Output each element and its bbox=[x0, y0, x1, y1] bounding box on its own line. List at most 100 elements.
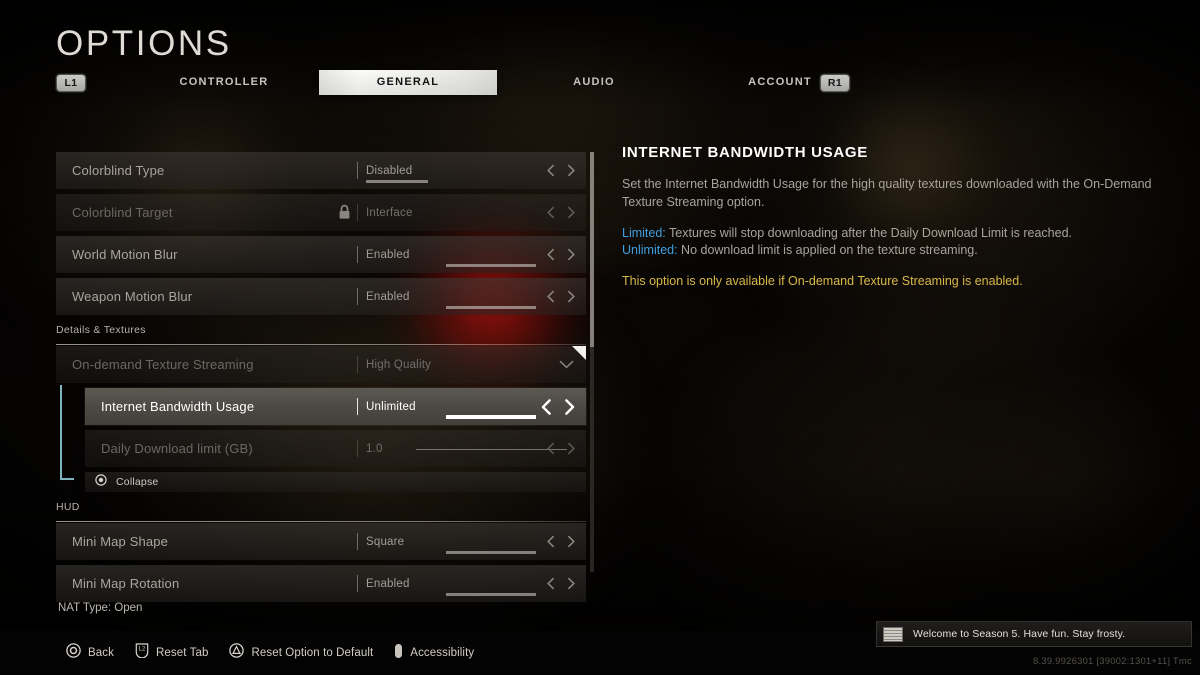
setting-label: Daily Download limit (GB) bbox=[101, 441, 253, 456]
tab-general[interactable]: GENERAL bbox=[319, 70, 497, 95]
notification-toast[interactable]: Welcome to Season 5. Have fun. Stay fros… bbox=[876, 621, 1192, 647]
footer-button-accessibility[interactable]: Accessibility bbox=[394, 643, 474, 664]
chevron-right-icon bbox=[567, 206, 576, 219]
description-panel: INTERNET BANDWIDTH USAGE Set the Interne… bbox=[622, 144, 1152, 291]
setting-label: Internet Bandwidth Usage bbox=[101, 399, 255, 414]
chevron-left-icon[interactable] bbox=[540, 398, 552, 415]
value-divider bbox=[357, 398, 358, 415]
chevron-down-icon[interactable] bbox=[559, 356, 574, 374]
message-icon bbox=[883, 626, 903, 642]
collapse-label: Collapse bbox=[116, 476, 159, 488]
setting-arrows bbox=[546, 206, 576, 219]
circle-button-icon bbox=[95, 473, 107, 491]
tab-controller[interactable]: CONTROLLER bbox=[150, 70, 298, 95]
setting-row-mini-map-rotation[interactable]: Mini Map Rotation Enabled bbox=[56, 565, 586, 602]
settings-scrollbar[interactable] bbox=[590, 152, 594, 572]
scrollbar-thumb[interactable] bbox=[590, 152, 594, 347]
chevron-right-icon[interactable] bbox=[567, 577, 576, 590]
setting-row-mini-map-shape[interactable]: Mini Map Shape Square bbox=[56, 523, 586, 560]
slider-track[interactable] bbox=[416, 449, 567, 450]
setting-indicator-bar bbox=[446, 551, 536, 554]
footer-button-label: Reset Tab bbox=[155, 647, 209, 659]
chevron-left-icon bbox=[546, 206, 555, 219]
setting-arrows bbox=[546, 442, 576, 455]
l2-trigger-icon: L2 bbox=[135, 643, 149, 663]
chevron-left-icon bbox=[546, 442, 555, 455]
option-key-unlimited: Unlimited: bbox=[622, 243, 678, 258]
description-options: Limited: Textures will stop downloading … bbox=[622, 225, 1152, 261]
section-title: Details & Textures bbox=[56, 324, 146, 336]
chevron-left-icon[interactable] bbox=[546, 577, 555, 590]
setting-row-internet-bandwidth-usage[interactable]: Internet Bandwidth Usage Unlimited bbox=[85, 388, 586, 425]
collapse-button[interactable]: Collapse bbox=[85, 472, 586, 492]
setting-indicator-bar bbox=[446, 593, 536, 596]
notification-text: Welcome to Season 5. Have fun. Stay fros… bbox=[913, 628, 1126, 640]
section-divider bbox=[56, 344, 586, 345]
section-header-details-textures: Details & Textures bbox=[56, 324, 586, 346]
value-divider bbox=[357, 204, 358, 221]
selection-corner-marker bbox=[572, 346, 586, 360]
chevron-right-icon[interactable] bbox=[567, 535, 576, 548]
setting-indicator-bar bbox=[446, 306, 536, 309]
chevron-right-icon[interactable] bbox=[564, 398, 576, 415]
setting-row-weapon-motion-blur[interactable]: Weapon Motion Blur Enabled bbox=[56, 278, 586, 315]
l1-bumper-icon[interactable]: L1 bbox=[56, 74, 86, 92]
r1-bumper-icon[interactable]: R1 bbox=[820, 74, 850, 92]
description-title: INTERNET BANDWIDTH USAGE bbox=[622, 144, 868, 161]
value-divider bbox=[357, 162, 358, 179]
setting-label: Colorblind Type bbox=[72, 163, 165, 178]
setting-value: Disabled bbox=[366, 164, 413, 177]
footer-button-label: Reset Option to Default bbox=[251, 647, 374, 659]
footer-button-back[interactable]: Back bbox=[66, 643, 114, 663]
section-header-hud: HUD bbox=[56, 501, 586, 523]
setting-value: High Quality bbox=[366, 358, 432, 371]
setting-indicator-bar bbox=[366, 180, 428, 183]
chevron-left-icon[interactable] bbox=[546, 164, 555, 177]
tab-audio[interactable]: AUDIO bbox=[520, 70, 668, 95]
description-warning: This option is only available if On-dema… bbox=[622, 274, 1023, 288]
chevron-right-icon[interactable] bbox=[567, 248, 576, 261]
setting-value: Enabled bbox=[366, 248, 410, 261]
setting-row-colorblind-type[interactable]: Colorblind Type Disabled bbox=[56, 152, 586, 189]
nat-type-status: NAT Type: Open bbox=[58, 602, 143, 614]
svg-text:L2: L2 bbox=[139, 647, 146, 653]
setting-indicator-bar bbox=[446, 415, 536, 419]
setting-value: Unlimited bbox=[366, 400, 416, 413]
setting-value: Enabled bbox=[366, 290, 410, 303]
build-version-text: 8.39.9926301 [39002:1301+11] Tmc bbox=[1033, 656, 1192, 667]
tab-bar: L1 CONTROLLER GENERAL AUDIO ACCOUNT R1 bbox=[50, 70, 860, 98]
setting-arrows bbox=[546, 248, 576, 261]
chevron-right-icon[interactable] bbox=[567, 290, 576, 303]
setting-row-on-demand-texture-streaming[interactable]: On-demand Texture Streaming High Quality bbox=[56, 346, 586, 383]
value-divider bbox=[357, 575, 358, 592]
setting-label: Weapon Motion Blur bbox=[72, 289, 193, 304]
lock-icon bbox=[338, 204, 351, 225]
value-divider bbox=[357, 288, 358, 305]
setting-label: On-demand Texture Streaming bbox=[72, 357, 254, 372]
triangle-button-icon bbox=[229, 643, 245, 663]
description-body: Set the Internet Bandwidth Usage for the… bbox=[622, 177, 1152, 209]
chevron-right-icon bbox=[567, 442, 576, 455]
value-divider bbox=[357, 533, 358, 550]
chevron-left-icon[interactable] bbox=[546, 535, 555, 548]
option-text-unlimited: No download limit is applied on the text… bbox=[677, 243, 978, 258]
page-title: OPTIONS bbox=[56, 24, 232, 63]
setting-arrows bbox=[546, 164, 576, 177]
setting-arrows bbox=[546, 577, 576, 590]
chevron-left-icon[interactable] bbox=[546, 290, 555, 303]
chevron-right-icon[interactable] bbox=[567, 164, 576, 177]
option-text-limited: Textures will stop downloading after the… bbox=[665, 225, 1073, 240]
footer-button-reset-tab[interactable]: L2 Reset Tab bbox=[135, 643, 208, 663]
chevron-left-icon[interactable] bbox=[546, 248, 555, 261]
section-title: HUD bbox=[56, 501, 80, 513]
setting-value: Interface bbox=[366, 206, 413, 219]
footer-button-label: Back bbox=[88, 647, 114, 659]
setting-label: Colorblind Target bbox=[72, 205, 173, 220]
setting-indicator-bar bbox=[446, 264, 536, 267]
value-divider bbox=[357, 440, 358, 457]
setting-arrows bbox=[546, 290, 576, 303]
setting-label: Mini Map Shape bbox=[72, 534, 169, 549]
setting-row-world-motion-blur[interactable]: World Motion Blur Enabled bbox=[56, 236, 586, 273]
setting-value: Enabled bbox=[366, 577, 410, 590]
footer-button-reset-option-to-default[interactable]: Reset Option to Default bbox=[229, 643, 373, 663]
